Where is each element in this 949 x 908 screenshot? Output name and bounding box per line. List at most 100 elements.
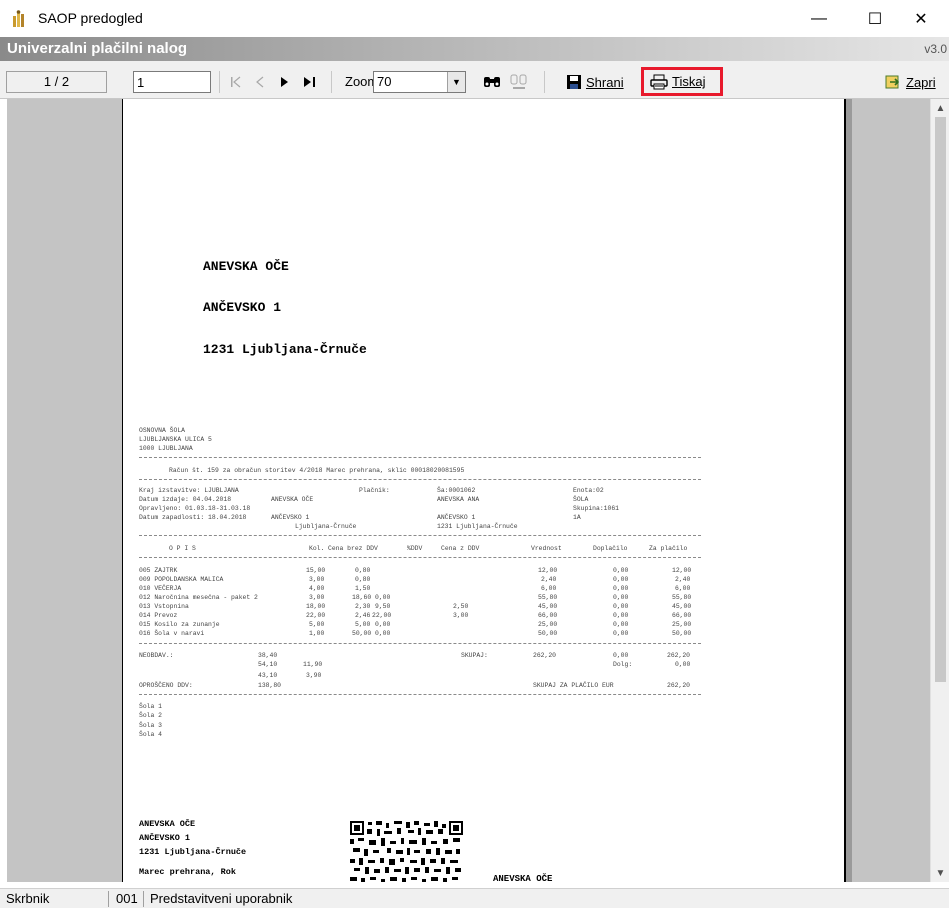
row-qty: 22,00 xyxy=(306,612,326,619)
row-qty: 1,00 xyxy=(309,630,325,637)
due-label: SKUPAJ ZA PLAČILO EUR xyxy=(533,682,614,689)
school-label: ŠOLA xyxy=(573,496,589,503)
zoom-select[interactable]: 70 ▼ xyxy=(373,71,466,93)
row-desc: 014 Prevoz xyxy=(139,612,178,619)
floppy-icon xyxy=(567,75,581,89)
row-pay: 45,00 xyxy=(672,603,692,610)
payer-label: Plačnik: xyxy=(359,487,390,494)
last-page-icon[interactable] xyxy=(301,73,319,91)
divider xyxy=(139,535,701,536)
footer-purpose: Marec prehrana, Rok xyxy=(139,867,236,877)
close-window-button[interactable]: ✕ xyxy=(898,0,944,37)
pupil-name: ANEVSKA ANA xyxy=(437,496,480,503)
recipient-name: ANEVSKA OČE xyxy=(203,259,289,274)
row-desc: 009 POPOLDANSKA MALICA xyxy=(139,576,224,583)
row-extra: 0,00 xyxy=(613,567,629,574)
print-button[interactable]: Tiskaj xyxy=(641,67,723,96)
row-qty: 5,00 xyxy=(309,621,325,628)
window-titlebar: SAOP predogled — ☐ ✕ xyxy=(0,0,949,37)
debt-label: Dolg: xyxy=(613,661,633,668)
grade-label: 1A xyxy=(573,514,581,521)
issuer-line: LJUBLJANSKA ULICA 5 xyxy=(139,436,212,443)
row-desc: 005 ZAJTRK xyxy=(139,567,178,574)
pupil-id: Ša:0001062 xyxy=(437,487,476,494)
service-period: Opravljeno: 01.03.18-31.03.18 xyxy=(139,505,251,512)
pupil-street: ANČEVSKO 1 xyxy=(437,514,476,521)
status-divider xyxy=(108,891,109,907)
row-qty: 3,00 xyxy=(309,594,325,601)
footer-street: ANČEVSKO 1 xyxy=(139,833,191,843)
page-shadow xyxy=(846,99,852,882)
row-extra: 0,00 xyxy=(613,576,629,583)
divider xyxy=(139,643,701,644)
issue-date: Datum izdaje: 04.04.2018 xyxy=(139,496,232,503)
row-value: 25,00 xyxy=(538,621,558,628)
due-date: Datum zapadlosti: 18.04.2018 xyxy=(139,514,247,521)
document-viewer[interactable]: ANEVSKA OČE ANČEVSKO 1 1231 Ljubljana-Čr… xyxy=(7,99,930,882)
row-pay: 25,00 xyxy=(672,621,692,628)
first-page-icon[interactable] xyxy=(228,73,244,91)
row-qty: 18,00 xyxy=(306,603,326,610)
due-value: 262,20 xyxy=(667,682,691,689)
debt-value: 0,00 xyxy=(675,661,691,668)
report-header: Univerzalni plačilni nalog v3.0 xyxy=(0,37,949,61)
untaxed-value: 38,40 xyxy=(258,652,278,659)
recipient-street: ANČEVSKO 1 xyxy=(203,300,282,315)
binoculars-icon[interactable] xyxy=(482,73,502,91)
save-button[interactable]: Shrani xyxy=(566,71,624,93)
column-header: Doplačilo xyxy=(593,545,628,552)
payer-city: Ljubljana-Črnuče xyxy=(295,523,357,530)
note-line: Šola 3 xyxy=(139,722,163,729)
footer-city: 1231 Ljubljana-Črnuče xyxy=(139,847,247,857)
toolbar-separator xyxy=(219,71,220,93)
column-header: Vrednost xyxy=(531,545,562,552)
row-price: 1,50 xyxy=(355,585,371,592)
sum-pay: 262,20 xyxy=(667,652,691,659)
dropdown-arrow-icon[interactable]: ▼ xyxy=(447,72,465,92)
status-user: Predstavitveni uporabnik xyxy=(150,891,293,906)
row-desc: 010 VEČERJA xyxy=(139,585,182,592)
row-price: 5,00 xyxy=(355,621,371,628)
scroll-down-icon[interactable]: ▼ xyxy=(931,864,949,882)
issuer-line: OSNOVNA ŠOLA xyxy=(139,427,186,434)
save-label: Shrani xyxy=(586,74,624,90)
version-label: v3.0 xyxy=(924,42,947,56)
footer-recipient-right: ANEVSKA OČE xyxy=(493,874,553,882)
toolbar-separator xyxy=(544,71,545,93)
row-vat: 22,00 xyxy=(372,612,392,619)
page-number-input[interactable] xyxy=(133,71,211,93)
maximize-button[interactable]: ☐ xyxy=(852,0,898,37)
row-qty: 3,00 xyxy=(309,576,325,583)
sum-value: 262,20 xyxy=(533,652,557,659)
row-gross: 2,50 xyxy=(453,603,469,610)
row-pay: 12,00 xyxy=(672,567,692,574)
scroll-up-icon[interactable]: ▲ xyxy=(931,99,949,117)
row-extra: 0,00 xyxy=(613,621,629,628)
print-label: Tiskaj xyxy=(672,74,706,89)
place-of-issue: Kraj izstavitve: LJUBLJANA xyxy=(139,487,239,494)
next-page-icon[interactable] xyxy=(276,73,292,91)
find-next-icon[interactable] xyxy=(508,73,530,91)
vat-amount-value: 11,90 xyxy=(303,661,323,668)
book-exit-icon xyxy=(885,75,900,89)
divider xyxy=(139,694,701,695)
divider xyxy=(139,557,701,558)
window-title: SAOP predogled xyxy=(38,10,143,26)
note-line: Šola 2 xyxy=(139,712,163,719)
vertical-scrollbar[interactable]: ▲ ▼ xyxy=(930,99,949,882)
exempt-label: OPROŠČENO DDV: xyxy=(139,682,193,689)
scrollbar-thumb[interactable] xyxy=(935,117,946,682)
row-price: 50,00 xyxy=(352,630,372,637)
row-value: 2,40 xyxy=(541,576,557,583)
prev-page-icon[interactable] xyxy=(252,73,268,91)
minimize-button[interactable]: — xyxy=(796,0,842,37)
recipient-city: 1231 Ljubljana-Črnuče xyxy=(203,342,367,357)
status-divider xyxy=(143,891,144,907)
column-header: %DDV xyxy=(407,545,423,552)
payer-street: ANČEVSKO 1 xyxy=(271,514,310,521)
row-vat: 0,00 xyxy=(375,630,391,637)
column-header: O P I S xyxy=(169,545,196,552)
row-desc: 016 Šola v naravi xyxy=(139,630,205,637)
invoice-title: Račun št. 159 za obračun storitev 4/2018… xyxy=(169,467,465,474)
close-preview-button[interactable]: Zapri xyxy=(884,71,936,93)
